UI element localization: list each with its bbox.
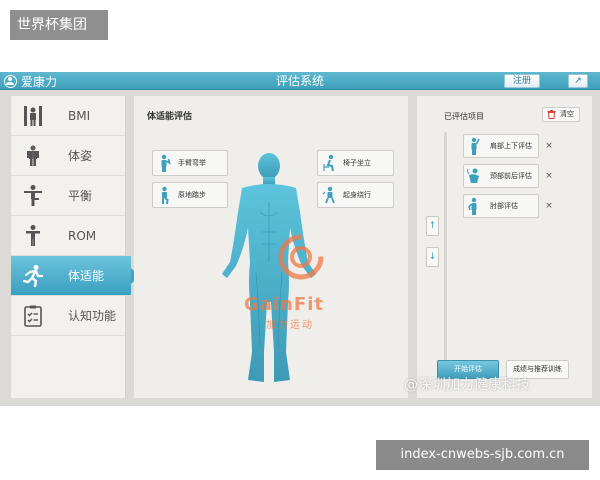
evaluated-item-label: 肘部评估 <box>490 202 518 210</box>
move-down-button[interactable]: ↓ <box>426 247 439 267</box>
clear-button[interactable]: 清空 <box>542 107 580 122</box>
test-label: 椅子坐立 <box>343 159 371 167</box>
source-watermark: @深圳加力健康科技 <box>404 377 530 393</box>
remove-item-button[interactable]: × <box>544 201 554 211</box>
scrollbar[interactable] <box>444 132 447 376</box>
app-header: 爱康力 评估系统 注册 ↗ <box>0 72 600 90</box>
sidebar-item-label: 认知功能 <box>68 309 117 323</box>
share-icon: ↗ <box>574 76 582 86</box>
panel-title: 体适能评估 <box>147 112 193 122</box>
evaluated-item[interactable]: 肩部上下评估 <box>463 134 539 158</box>
sidebar-item-rom[interactable]: ROM <box>11 216 126 256</box>
sidebar-item-cognitive[interactable]: 认知功能 <box>11 296 126 336</box>
sidebar-item-label: 平衡 <box>68 189 93 203</box>
evaluated-item-label: 肩部上下评估 <box>490 142 532 150</box>
running-icon <box>22 265 44 288</box>
evaluated-item[interactable]: 颈部前后评估 <box>463 164 539 188</box>
sidebar-item-label: ROM <box>68 229 97 243</box>
test-label: 原地踏步 <box>178 191 206 199</box>
balance-icon <box>24 185 42 206</box>
evaluated-item[interactable]: 肘部评估 <box>463 194 539 218</box>
top-overlay-tag: 世界杯集团 <box>10 10 108 40</box>
register-button[interactable]: 注册 <box>504 74 540 88</box>
arrow-down-icon: ↓ <box>428 252 437 262</box>
test-label: 手臂弯举 <box>178 159 206 167</box>
user-icon[interactable] <box>4 74 17 88</box>
arm-curl-icon <box>161 154 171 172</box>
posture-icon <box>27 145 39 167</box>
fitness-panel: 体适能评估 手臂弯举 原地踏步 椅子坐立 起身绕行 GainFit 加力运动 <box>134 96 408 398</box>
bmi-icon <box>24 106 42 126</box>
evaluated-items-panel: 已评估项目 清空 ↑ ↓ 肩部上下评估 × 颈部前后评估 × 肘部评估 × 开始… <box>417 96 592 398</box>
arrow-up-icon: ↑ <box>428 221 437 231</box>
brand-name: 爱康力 <box>21 74 58 89</box>
gainfit-logo-text: GainFit <box>244 294 324 315</box>
gainfit-logo-icon <box>278 234 324 280</box>
shoulder-icon <box>471 137 480 155</box>
evaluated-item-label: 颈部前后评估 <box>490 172 532 180</box>
brand: 爱康力 <box>4 72 57 90</box>
app-window: 爱康力 评估系统 注册 ↗ BMI 体姿 平衡 ROM 体适能 认知功能 体适能… <box>0 72 600 406</box>
sidebar-item-label: BMI <box>68 109 91 123</box>
neck-icon <box>467 168 479 183</box>
screenshot-root: 世界杯集团 爱康力 评估系统 注册 ↗ BMI 体姿 平衡 ROM 体适能 认知… <box>0 0 600 480</box>
test-label: 起身绕行 <box>343 191 371 199</box>
bottom-overlay-tag: index-cnwebs-sjb.com.cn <box>376 440 589 470</box>
trash-icon <box>547 110 556 119</box>
step-in-place-icon <box>162 186 169 204</box>
sidebar-item-posture[interactable]: 体姿 <box>11 136 126 176</box>
rom-icon <box>26 225 40 246</box>
evaluated-title: 已评估项目 <box>444 112 484 121</box>
remove-item-button[interactable]: × <box>544 141 554 151</box>
sidebar-item-label: 体适能 <box>68 269 105 283</box>
checklist-icon <box>24 305 42 327</box>
sidebar-item-label: 体姿 <box>68 149 93 163</box>
sidebar-item-fitness[interactable]: 体适能 <box>11 256 139 296</box>
elbow-icon <box>468 197 477 215</box>
sidebar: BMI 体姿 平衡 ROM 体适能 认知功能 <box>11 96 139 398</box>
clear-label: 清空 <box>560 110 574 118</box>
gainfit-logo-subtext: 加力运动 <box>266 320 314 331</box>
remove-item-button[interactable]: × <box>544 171 554 181</box>
sidebar-item-balance[interactable]: 平衡 <box>11 176 126 216</box>
move-up-button[interactable]: ↑ <box>426 216 439 236</box>
sidebar-item-bmi[interactable]: BMI <box>11 96 126 136</box>
share-button[interactable]: ↗ <box>568 74 588 88</box>
